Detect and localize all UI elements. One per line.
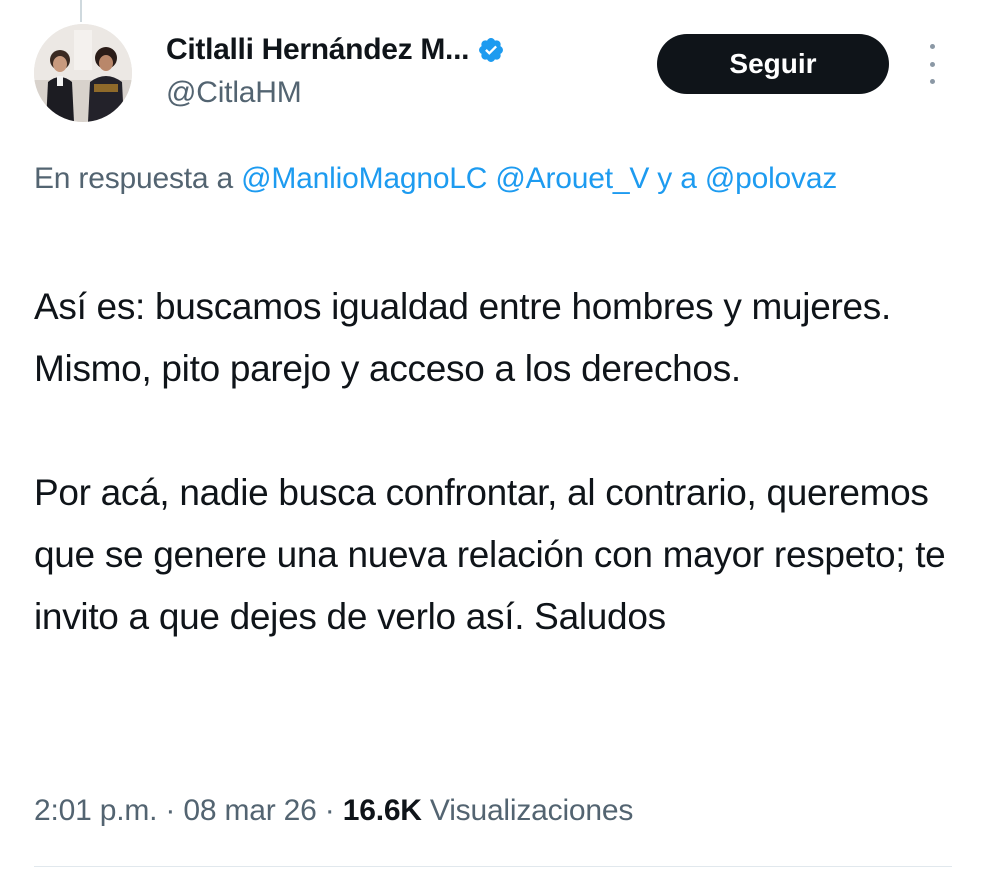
author-handle[interactable]: @CitlaHM <box>166 76 302 110</box>
reply-context: En respuesta a @ManlioMagnoLC @Arouet_V … <box>34 154 934 204</box>
tweet-paragraph: Por acá, nadie busca confrontar, al cont… <box>34 472 946 637</box>
meta-separator: · <box>324 794 335 827</box>
tweet-text: Así es: buscamos igualdad entre hombres … <box>34 276 964 648</box>
mention-link-polovaz[interactable]: @polovaz <box>705 162 837 195</box>
views-label: Visualizaciones <box>429 794 634 827</box>
avatar-photo-icon <box>34 24 132 122</box>
author-display-name[interactable]: Citlalli Hernández M... <box>166 33 469 67</box>
tweet-date[interactable]: 08 mar 26 <box>183 794 316 827</box>
meta-separator: · <box>165 794 176 827</box>
mention-link-arouet-v[interactable]: @Arouet_V <box>495 162 649 195</box>
follow-button[interactable]: Seguir <box>657 34 889 94</box>
mention-link-manliomagnolc[interactable]: @ManlioMagnoLC <box>241 162 487 195</box>
author-name-row: Citlalli Hernández M... <box>166 30 505 70</box>
more-dot <box>929 79 935 84</box>
tweet-paragraph: Así es: buscamos igualdad entre hombres … <box>34 286 891 389</box>
verified-badge-icon <box>477 36 505 64</box>
tweet-time[interactable]: 2:01 p.m. <box>34 794 157 827</box>
reply-joiner: y a <box>657 162 697 195</box>
more-dot <box>929 44 935 49</box>
views-count: 16.6K <box>342 794 422 827</box>
reply-prefix: En respuesta a <box>34 162 233 195</box>
more-dot <box>929 61 935 67</box>
thread-connector-line <box>80 0 82 22</box>
divider <box>34 866 952 867</box>
more-vertical-icon[interactable] <box>920 44 944 84</box>
avatar[interactable] <box>34 24 132 122</box>
tweet-meta: 2:01 p.m. · 08 mar 26 · 16.6K Visualizac… <box>34 794 633 828</box>
